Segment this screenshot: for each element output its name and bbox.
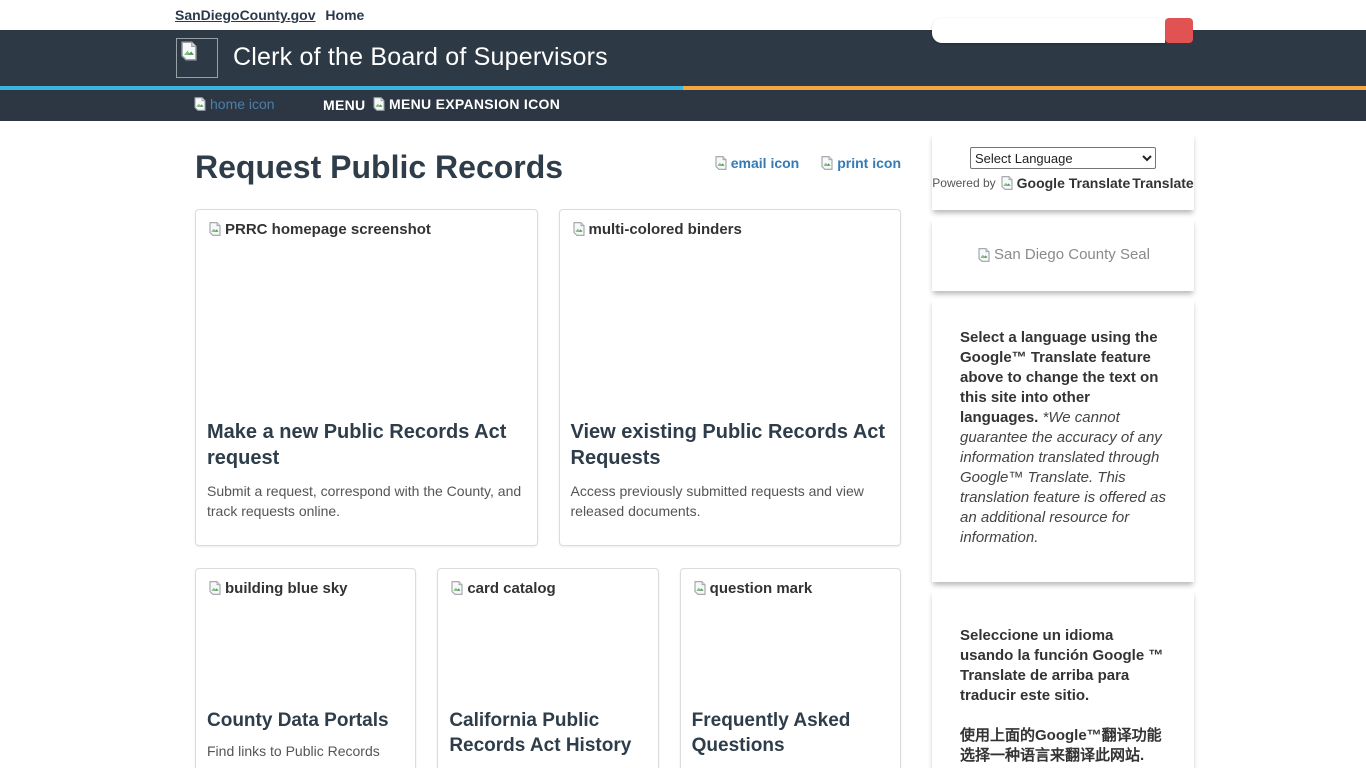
notice-spanish: Seleccione un idioma usando la función G… (960, 626, 1168, 706)
card-image-area: multi-colored binders (571, 221, 890, 419)
broken-image-icon (371, 96, 387, 112)
translate-notice-international: Seleccione un idioma usando la función G… (932, 590, 1194, 768)
powered-by-row: Powered by Google Translate Translate (932, 175, 1194, 191)
site-title: Clerk of the Board of Supervisors (233, 43, 608, 72)
broken-image-icon (999, 175, 1015, 191)
language-select[interactable]: Select Language (970, 147, 1156, 169)
broken-image-icon (819, 155, 835, 171)
card-make-new-request[interactable]: PRRC homepage screenshot Make a new Publ… (195, 209, 538, 546)
broken-image-icon (192, 96, 208, 112)
card-image-area: PRRC homepage screenshot (207, 221, 526, 419)
card-image-area: building blue sky (207, 580, 404, 708)
cards-row-secondary: building blue sky County Data Portals Fi… (195, 568, 901, 768)
translate-label: Translate (1132, 175, 1193, 191)
home-icon-link[interactable]: home icon (192, 96, 275, 112)
broken-image-icon (713, 155, 729, 171)
card-view-existing-requests[interactable]: multi-colored binders View existing Publ… (559, 209, 902, 546)
county-logo-broken-image[interactable] (176, 38, 218, 78)
menu-bar: home icon MENU MENU EXPANSION ICON (0, 90, 1366, 121)
language-widget: Select Language Powered by Google Transl… (932, 133, 1194, 210)
card-image-alt-text: question mark (710, 580, 813, 597)
seal-alt-text: San Diego County Seal (994, 246, 1150, 263)
broken-image-icon (976, 247, 992, 263)
page-actions: email icon print icon (713, 155, 901, 171)
page-root: SanDiegoCounty.gov Home Clerk of the Boa… (0, 0, 1366, 768)
broken-image-icon (692, 580, 708, 596)
site-search (932, 18, 1193, 43)
notice-paragraph: Select a language using the Google™ Tran… (960, 328, 1168, 548)
card-title: View existing Public Records Act Request… (571, 419, 890, 471)
card-faq[interactable]: question mark Frequently Asked Questions (680, 568, 901, 768)
card-title: County Data Portals (207, 708, 404, 733)
card-image-alt-text: PRRC homepage screenshot (225, 221, 431, 238)
card-image-alt-text: card catalog (467, 580, 555, 597)
card-description: Find links to Public Records (207, 741, 404, 761)
card-county-data-portals[interactable]: building blue sky County Data Portals Fi… (195, 568, 416, 768)
search-button[interactable] (1165, 18, 1193, 43)
notice-chinese: 使用上面的Google™翻译功能选择一种语言来翻译此网站. (960, 726, 1168, 766)
broken-image-icon (207, 580, 223, 596)
card-image-alt-text: building blue sky (225, 580, 348, 597)
home-icon-alt-text: home icon (210, 96, 275, 112)
sidebar: Select Language Powered by Google Transl… (932, 133, 1194, 768)
card-description: Access previously submitted requests and… (571, 481, 890, 521)
main-content: Request Public Records email icon print … (195, 121, 901, 768)
print-page-button[interactable]: print icon (819, 155, 901, 171)
page-title-row: Request Public Records email icon print … (195, 146, 901, 188)
google-translate-link[interactable]: Google Translate Translate (999, 175, 1194, 191)
powered-by-label: Powered by (932, 176, 995, 190)
broken-card-image: card catalog (449, 580, 646, 597)
page-title: Request Public Records (195, 146, 563, 188)
county-seal-widget: San Diego County Seal (932, 218, 1194, 291)
card-title: Frequently Asked Questions (692, 708, 889, 758)
card-image-area: question mark (692, 580, 889, 708)
broken-card-image: PRRC homepage screenshot (207, 221, 526, 238)
topbar-links: SanDiegoCounty.gov Home (175, 7, 364, 23)
broken-card-image: question mark (692, 580, 889, 597)
notice-italic-text: *We cannot guarantee the accuracy of any… (960, 409, 1166, 546)
card-cpra-history[interactable]: card catalog California Public Records A… (437, 568, 658, 768)
menu-expansion-button[interactable]: MENU EXPANSION ICON (371, 96, 560, 112)
broken-card-image: building blue sky (207, 580, 404, 597)
translate-notice-english: Select a language using the Google™ Tran… (932, 299, 1194, 582)
search-input[interactable] (932, 18, 1165, 43)
broken-image-icon (571, 221, 587, 237)
home-breadcrumb-link[interactable]: Home (325, 7, 364, 23)
broken-image-icon (178, 40, 200, 62)
card-image-area: card catalog (449, 580, 646, 708)
menu-expansion-alt-text: MENU EXPANSION ICON (389, 96, 560, 112)
broken-image-icon (449, 580, 465, 596)
email-icon-alt-text: email icon (731, 155, 799, 171)
card-image-alt-text: multi-colored binders (589, 221, 742, 238)
print-icon-alt-text: print icon (837, 155, 901, 171)
broken-seal-image: San Diego County Seal (976, 246, 1150, 263)
menu-button[interactable]: MENU (323, 97, 365, 113)
broken-image-icon (207, 221, 223, 237)
cards-row-primary: PRRC homepage screenshot Make a new Publ… (195, 209, 901, 546)
email-page-button[interactable]: email icon (713, 155, 799, 171)
sandiegocounty-gov-link[interactable]: SanDiegoCounty.gov (175, 7, 316, 23)
card-description: Submit a request, correspond with the Co… (207, 481, 526, 521)
google-translate-alt-text: Google Translate (1017, 175, 1131, 191)
card-title: California Public Records Act History (449, 708, 646, 758)
broken-card-image: multi-colored binders (571, 221, 890, 238)
card-title: Make a new Public Records Act request (207, 419, 526, 471)
